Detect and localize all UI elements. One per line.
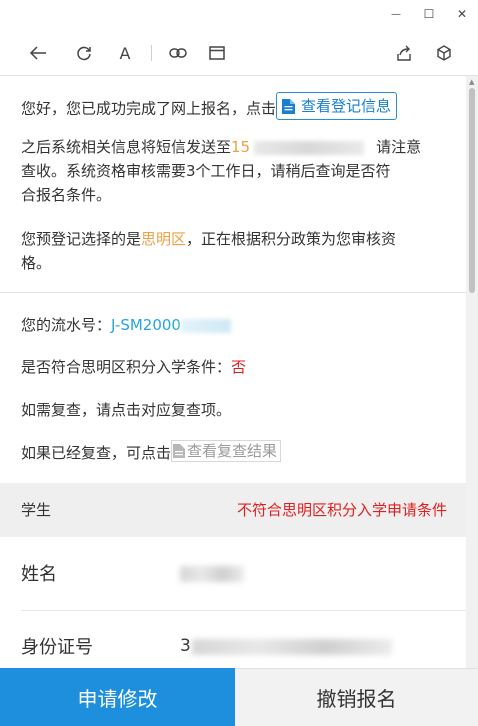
id-number-label: 身份证号 — [21, 637, 93, 658]
share-icon — [397, 45, 411, 61]
district-line-2: 格。 — [21, 254, 52, 272]
font-size-button[interactable]: A — [115, 43, 135, 63]
apply-modify-label: 申请修改 — [77, 686, 158, 711]
extension-button[interactable] — [434, 43, 454, 63]
minimize-button[interactable]: — — [386, 4, 406, 24]
recheck-hint: 如需复查，请点击对应复查项。 — [21, 401, 232, 419]
minimize-icon: — — [391, 8, 401, 20]
notice-text: 您好，您已成功完成了网上报名，点击 — [21, 99, 277, 118]
section-divider — [0, 292, 466, 293]
share-button[interactable] — [394, 43, 414, 63]
serial-number-row: 您的流水号：J-SM2000 — [21, 314, 231, 336]
arrow-left-icon — [29, 46, 46, 60]
link-icon — [169, 48, 187, 58]
district-text: 您预登记选择的是 — [21, 230, 142, 248]
eligibility-value: 否 — [231, 358, 247, 376]
serial-number-label: 您的流水号： — [21, 316, 112, 334]
row-divider — [21, 610, 466, 611]
browser-toolbar: A — [0, 30, 478, 76]
name-value-redacted — [180, 566, 244, 582]
copy-link-button[interactable] — [168, 43, 188, 63]
scroll-up-icon[interactable]: ▲ — [469, 78, 474, 86]
cube-icon — [437, 45, 451, 61]
student-label: 学生 — [21, 501, 52, 519]
phone-number: 15 — [231, 138, 251, 156]
view-recheck-result-link[interactable]: 查看复查结果 — [171, 440, 282, 462]
close-icon: ✕ — [456, 7, 468, 21]
name-label: 姓名 — [21, 564, 57, 585]
recheck-result-text: 如果已经复查，可点击 — [21, 444, 172, 462]
notice-line-1: 您好，您已成功完成了网上报名，点击 查看登记信息 — [21, 92, 398, 120]
document-icon — [173, 444, 186, 458]
view-recheck-result-label: 查看复查结果 — [187, 442, 278, 460]
district-name: 思明区 — [141, 230, 187, 248]
apply-modify-button[interactable]: 申请修改 — [0, 668, 235, 726]
id-number-value: 3 — [180, 636, 191, 656]
close-button[interactable]: ✕ — [452, 4, 472, 24]
serial-number-value: J-SM2000 — [111, 316, 181, 334]
toolbar-separator — [151, 45, 152, 61]
page-content: 您好，您已成功完成了网上报名，点击 查看登记信息 之后系统相关信息将短信发送至15… — [0, 76, 466, 668]
cancel-registration-label: 撤销报名 — [316, 687, 397, 711]
notice-text: 请注意 — [376, 138, 422, 156]
district-line-1: 您预登记选择的是思明区，正在根据积分政策为您审核资 — [21, 228, 396, 250]
refresh-button[interactable] — [74, 43, 94, 63]
refresh-icon — [77, 46, 91, 61]
student-header-row: 学生 不符合思明区积分入学申请条件 — [0, 483, 466, 537]
maximize-button[interactable]: ☐ — [419, 4, 439, 24]
bottom-action-bar: 申请修改 撤销报名 — [0, 668, 478, 726]
notice-line-4: 合报名条件。 — [21, 186, 112, 204]
back-button[interactable] — [28, 43, 48, 63]
window-titlebar: — ☐ ✕ — [0, 0, 478, 30]
notice-text: 之后系统相关信息将短信发送至 — [21, 138, 232, 156]
cancel-registration-button[interactable]: 撤销报名 — [235, 668, 478, 726]
eligibility-row: 是否符合思明区积分入学条件：否 — [21, 356, 246, 378]
phone-redacted — [254, 140, 365, 155]
serial-number-redacted — [180, 318, 231, 333]
font-icon: A — [119, 43, 131, 63]
notice-line-3: 查收。系统资格审核需要3个工作日，请稍后查询是否符 — [21, 162, 391, 180]
eligibility-label: 是否符合思明区积分入学条件： — [21, 358, 232, 376]
window-icon — [209, 46, 225, 60]
view-registration-info-button[interactable]: 查看登记信息 — [276, 92, 398, 120]
id-number-redacted — [192, 639, 392, 655]
view-registration-info-label: 查看登记信息 — [301, 97, 392, 115]
recheck-result-row: 如果已经复查，可点击 查看复查结果 — [21, 440, 282, 464]
vertical-scrollbar[interactable]: ▲ — [466, 76, 478, 668]
window-mode-button[interactable] — [207, 43, 227, 63]
district-text: ，正在根据积分政策为您审核资 — [186, 230, 397, 248]
notice-line-2: 之后系统相关信息将短信发送至15 请注意 — [21, 136, 421, 158]
maximize-icon: ☐ — [423, 7, 435, 21]
scrollbar-thumb[interactable] — [469, 88, 475, 293]
student-eligibility-status: 不符合思明区积分入学申请条件 — [236, 501, 447, 519]
document-icon — [282, 98, 296, 114]
